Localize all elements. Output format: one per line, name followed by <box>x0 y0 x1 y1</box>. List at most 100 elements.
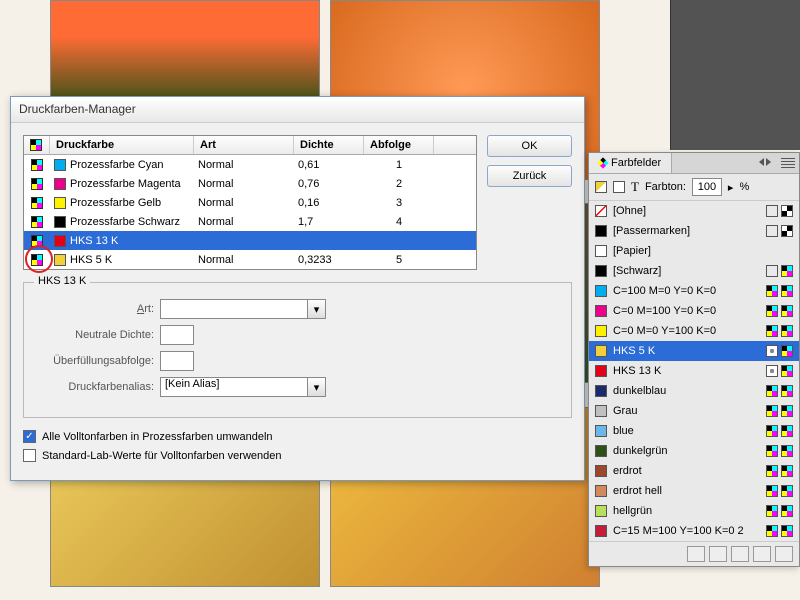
swatch-name: C=100 M=0 Y=0 K=0 <box>613 285 760 297</box>
ink-name: Prozessfarbe Gelb <box>70 197 161 209</box>
color-swatch <box>595 365 607 377</box>
swatch-name: HKS 13 K <box>613 365 760 377</box>
ink-details-group: HKS 13 K Art: ▾ Neutrale Dichte: Überfül… <box>23 282 572 418</box>
swatch-name: [Papier] <box>613 245 787 257</box>
fill-stroke-icon[interactable] <box>595 181 607 193</box>
art-dropdown[interactable]: ▾ <box>160 299 326 319</box>
swatch-row[interactable]: C=15 M=100 Y=100 K=0 2 <box>589 521 799 541</box>
collapse-left-icon[interactable] <box>759 158 764 166</box>
swatch-row[interactable]: [Passermarken] <box>589 221 799 241</box>
color-swatch <box>595 285 607 297</box>
color-swatch <box>595 525 607 537</box>
swatch-name: C=15 M=100 Y=100 K=0 2 <box>613 525 760 537</box>
table-row[interactable]: Prozessfarbe Cyan Normal 0,61 1 <box>24 155 476 174</box>
swatch-name: [Ohne] <box>613 205 760 217</box>
color-swatch <box>595 445 607 457</box>
color-swatch <box>595 325 607 337</box>
table-row[interactable]: HKS 5 K Normal 0,3233 5 <box>24 250 476 269</box>
cmyk-icon <box>766 445 778 457</box>
swatch-row[interactable]: erdrot hell <box>589 481 799 501</box>
swatch-row[interactable]: blue <box>589 421 799 441</box>
cmyk-icon <box>781 445 793 457</box>
swatch-row[interactable]: HKS 5 K <box>589 341 799 361</box>
swatch-row[interactable]: hellgrün <box>589 501 799 521</box>
table-row[interactable]: HKS 13 K <box>24 231 476 250</box>
ink-table[interactable]: Druckfarbe Art Dichte Abfolge Prozessfar… <box>23 135 477 270</box>
collapse-right-icon[interactable] <box>766 158 771 166</box>
chevron-down-icon[interactable]: ▾ <box>308 299 326 319</box>
swatch-name: [Schwarz] <box>613 265 760 277</box>
swatch-name: C=0 M=0 Y=100 K=0 <box>613 325 760 337</box>
tone-arrow-icon[interactable]: ▸ <box>728 181 734 194</box>
ink-density: 0,3233 <box>294 254 364 266</box>
back-button[interactable]: Zurück <box>487 165 572 187</box>
swatch-row[interactable]: erdrot <box>589 461 799 481</box>
ink-alias-dropdown[interactable]: [Kein Alias]▾ <box>160 377 326 397</box>
swatch-name: Grau <box>613 405 760 417</box>
show-list-icon[interactable] <box>687 546 705 562</box>
color-swatch <box>595 465 607 477</box>
ink-manager-dialog: Druckfarben-Manager Druckfarbe Art Dicht… <box>10 96 585 481</box>
swatch-row[interactable]: Grau <box>589 401 799 421</box>
color-swatch <box>595 485 607 497</box>
swatches-panel: Farbfelder T Farbton: ▸ % [Ohne] [Passer… <box>588 152 800 567</box>
lab-values-checkbox[interactable] <box>23 449 36 462</box>
cmyk-icon <box>766 385 778 397</box>
new-group-icon[interactable] <box>753 546 771 562</box>
new-swatch-icon[interactable] <box>731 546 749 562</box>
swatch-row[interactable]: C=0 M=0 Y=100 K=0 <box>589 321 799 341</box>
ink-row-icon <box>31 216 43 228</box>
table-row[interactable]: Prozessfarbe Gelb Normal 0,16 3 <box>24 193 476 212</box>
panel-tab[interactable]: Farbfelder <box>589 153 672 173</box>
cmyk-icon <box>766 505 778 517</box>
swatch-row[interactable]: [Ohne] <box>589 201 799 221</box>
neutral-density-input[interactable] <box>160 325 194 345</box>
dialog-title: Druckfarben-Manager <box>11 97 584 123</box>
ink-density: 0,16 <box>294 197 364 209</box>
cmyk-icon <box>781 405 793 417</box>
swatch-row[interactable]: C=100 M=0 Y=0 K=0 <box>589 281 799 301</box>
ink-row-icon <box>31 235 43 247</box>
trap-order-label: Überfüllungsabfolge: <box>36 355 154 367</box>
chevron-down-icon[interactable]: ▾ <box>308 377 326 397</box>
convert-spot-checkbox[interactable] <box>23 430 36 443</box>
text-format-icon[interactable]: T <box>631 179 639 195</box>
cmyk-icon <box>781 365 793 377</box>
color-swatch <box>595 505 607 517</box>
fieldset-legend: HKS 13 K <box>34 275 90 287</box>
swatch-row[interactable]: [Papier] <box>589 241 799 261</box>
tone-input[interactable] <box>692 178 722 196</box>
formatting-container-icon[interactable] <box>613 181 625 193</box>
cmyk-icon <box>781 265 793 277</box>
tone-unit: % <box>739 181 749 193</box>
swatch-name: hellgrün <box>613 505 760 517</box>
table-row[interactable]: Prozessfarbe Magenta Normal 0,76 2 <box>24 174 476 193</box>
color-swatch <box>595 305 607 317</box>
cmyk-icon <box>766 305 778 317</box>
swatch-name: erdrot hell <box>613 485 760 497</box>
cmyk-icon <box>781 425 793 437</box>
cmyk-icon <box>781 465 793 477</box>
cmyk-icon <box>781 345 793 357</box>
cmyk-icon <box>766 285 778 297</box>
cmyk-icon <box>781 305 793 317</box>
cmyk-icon <box>766 405 778 417</box>
trap-order-input[interactable] <box>160 351 194 371</box>
swatch-row[interactable]: C=0 M=100 Y=0 K=0 <box>589 301 799 321</box>
show-small-icon[interactable] <box>709 546 727 562</box>
table-row[interactable]: Prozessfarbe Schwarz Normal 1,7 4 <box>24 212 476 231</box>
swatch-row[interactable]: dunkelgrün <box>589 441 799 461</box>
color-swatch <box>54 178 66 190</box>
swatch-name: dunkelblau <box>613 385 760 397</box>
swatch-row[interactable]: [Schwarz] <box>589 261 799 281</box>
swatch-row[interactable]: HKS 13 K <box>589 361 799 381</box>
color-swatch <box>54 235 66 247</box>
trash-icon[interactable] <box>775 546 793 562</box>
panel-menu-icon[interactable] <box>781 158 795 168</box>
col-density: Dichte <box>294 136 364 154</box>
ink-name: HKS 5 K <box>70 254 112 266</box>
ink-order: 3 <box>364 197 434 209</box>
ok-button[interactable]: OK <box>487 135 572 157</box>
swatch-row[interactable]: dunkelblau <box>589 381 799 401</box>
color-swatch <box>54 197 66 209</box>
